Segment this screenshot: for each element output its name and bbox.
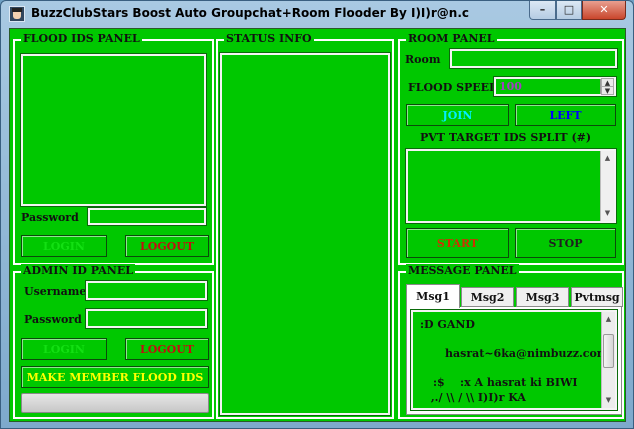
scroll-up-arrow-icon[interactable]: ▲ xyxy=(601,152,614,165)
message-scrollbar[interactable]: ▲ ▼ xyxy=(601,312,615,408)
left-label: LEFT xyxy=(549,108,582,122)
stop-label: STOP xyxy=(548,236,583,250)
title-bar[interactable]: BuzzClubStars Boost Auto Groupchat+Room … xyxy=(1,1,633,27)
make-member-flood-ids-button[interactable]: MAKE MEMBER FLOOD IDS xyxy=(21,366,209,388)
admin-logout-label: LOGOUT xyxy=(139,342,195,356)
tab-pvtmsg[interactable]: Pvtmsg xyxy=(571,287,623,307)
message-tabs: Msg1 Msg2 Msg3 Pvtmsg xyxy=(406,284,623,308)
flood-login-label: LOGIN xyxy=(43,239,85,253)
message-line-1: :D GAND xyxy=(420,318,475,331)
scroll-thumb[interactable] xyxy=(603,334,614,368)
flood-speed-spinner: ▲ ▼ xyxy=(600,78,614,95)
message-panel: MESSAGE PANEL Msg1 Msg2 Msg3 Pvtmsg :D G… xyxy=(398,264,624,419)
admin-login-label: LOGIN xyxy=(43,342,85,356)
flood-logout-button[interactable]: LOGOUT xyxy=(125,235,209,257)
flood-password-label: Password xyxy=(21,211,79,224)
tab-page-msg1: :D GAND hasrat~6ka@nimbuzz.com :$ :x A h… xyxy=(406,307,622,415)
status-info-title: STATUS INFO xyxy=(224,32,314,46)
app-window: BuzzClubStars Boost Auto Groupchat+Room … xyxy=(0,0,634,429)
admin-password-label: Password xyxy=(24,313,82,326)
flood-login-button[interactable]: LOGIN xyxy=(21,235,107,257)
room-panel: ROOM PANEL Room FLOOD SPEED 100 ▲ ▼ JOIN… xyxy=(398,32,624,265)
left-button[interactable]: LEFT xyxy=(515,104,616,126)
flood-ids-textarea[interactable] xyxy=(20,53,207,207)
admin-logout-button[interactable]: LOGOUT xyxy=(125,338,209,360)
admin-id-panel-title: ADMIN ID PANEL xyxy=(21,264,135,278)
scroll-down-arrow-icon[interactable]: ▼ xyxy=(602,394,615,407)
make-member-label: MAKE MEMBER FLOOD IDS xyxy=(26,370,204,384)
admin-username-input[interactable] xyxy=(85,280,208,301)
admin-login-button[interactable]: LOGIN xyxy=(21,338,107,360)
flood-logout-label: LOGOUT xyxy=(139,239,195,253)
spin-down-arrow-icon[interactable]: ▼ xyxy=(601,86,614,95)
close-button[interactable]: ✕ xyxy=(582,1,626,20)
pvt-scrollbar[interactable]: ▲ ▼ xyxy=(600,151,614,221)
app-avatar-icon xyxy=(9,6,25,22)
flood-speed-stepper[interactable]: 100 ▲ ▼ xyxy=(493,76,617,97)
status-info-panel: STATUS INFO xyxy=(216,32,394,419)
minimize-button[interactable]: – xyxy=(529,1,556,20)
stop-button[interactable]: STOP xyxy=(515,228,616,258)
status-info-textarea[interactable] xyxy=(219,52,391,416)
admin-id-panel: ADMIN ID PANEL Username Password LOGIN L… xyxy=(13,264,214,419)
message-textarea[interactable]: :D GAND hasrat~6ka@nimbuzz.com :$ :x A h… xyxy=(410,309,618,411)
message-line-2: hasrat~6ka@nimbuzz.com xyxy=(445,347,609,360)
message-line-4: ,./ \\ / \\ I)I)r KA xyxy=(427,391,526,404)
room-panel-title: ROOM PANEL xyxy=(406,32,497,46)
main-client-area: FLOOD IDS PANEL Password LOGIN LOGOUT AD… xyxy=(9,28,626,422)
flood-speed-value: 100 xyxy=(499,80,522,93)
room-label: Room xyxy=(405,53,441,66)
message-panel-title: MESSAGE PANEL xyxy=(406,264,519,278)
scroll-down-arrow-icon[interactable]: ▼ xyxy=(601,207,614,220)
join-button[interactable]: JOIN xyxy=(406,104,509,126)
start-label: START xyxy=(436,236,479,250)
pvt-target-ids-label: PVT TARGET IDS SPLIT (#) xyxy=(420,131,592,144)
admin-username-label: Username xyxy=(24,285,87,298)
message-line-3: :$ :x A hasrat ki BIWI xyxy=(433,376,578,389)
tab-msg3-label: Msg3 xyxy=(525,290,560,304)
tab-msg1-label: Msg1 xyxy=(416,290,450,303)
flood-speed-label: FLOOD SPEED xyxy=(408,81,499,94)
tab-msg1[interactable]: Msg1 xyxy=(406,284,460,308)
flood-ids-panel-title: FLOOD IDS PANEL xyxy=(21,32,142,46)
window-title: BuzzClubStars Boost Auto Groupchat+Room … xyxy=(31,6,470,20)
join-label: JOIN xyxy=(442,108,473,122)
admin-progress-bar xyxy=(21,393,209,413)
flood-password-input[interactable] xyxy=(87,207,207,226)
tab-msg3[interactable]: Msg3 xyxy=(516,287,569,307)
maximize-button[interactable]: □ xyxy=(556,1,582,20)
tab-msg2[interactable]: Msg2 xyxy=(461,287,514,307)
tab-pvtmsg-label: Pvtmsg xyxy=(574,290,620,304)
start-button[interactable]: START xyxy=(406,228,509,258)
tab-msg2-label: Msg2 xyxy=(470,290,505,304)
admin-password-input[interactable] xyxy=(85,308,208,329)
room-input[interactable] xyxy=(449,48,618,69)
pvt-target-ids-textarea[interactable]: ▲ ▼ xyxy=(405,148,617,224)
flood-ids-panel: FLOOD IDS PANEL Password LOGIN LOGOUT xyxy=(13,32,214,265)
scroll-up-arrow-icon[interactable]: ▲ xyxy=(602,313,615,326)
